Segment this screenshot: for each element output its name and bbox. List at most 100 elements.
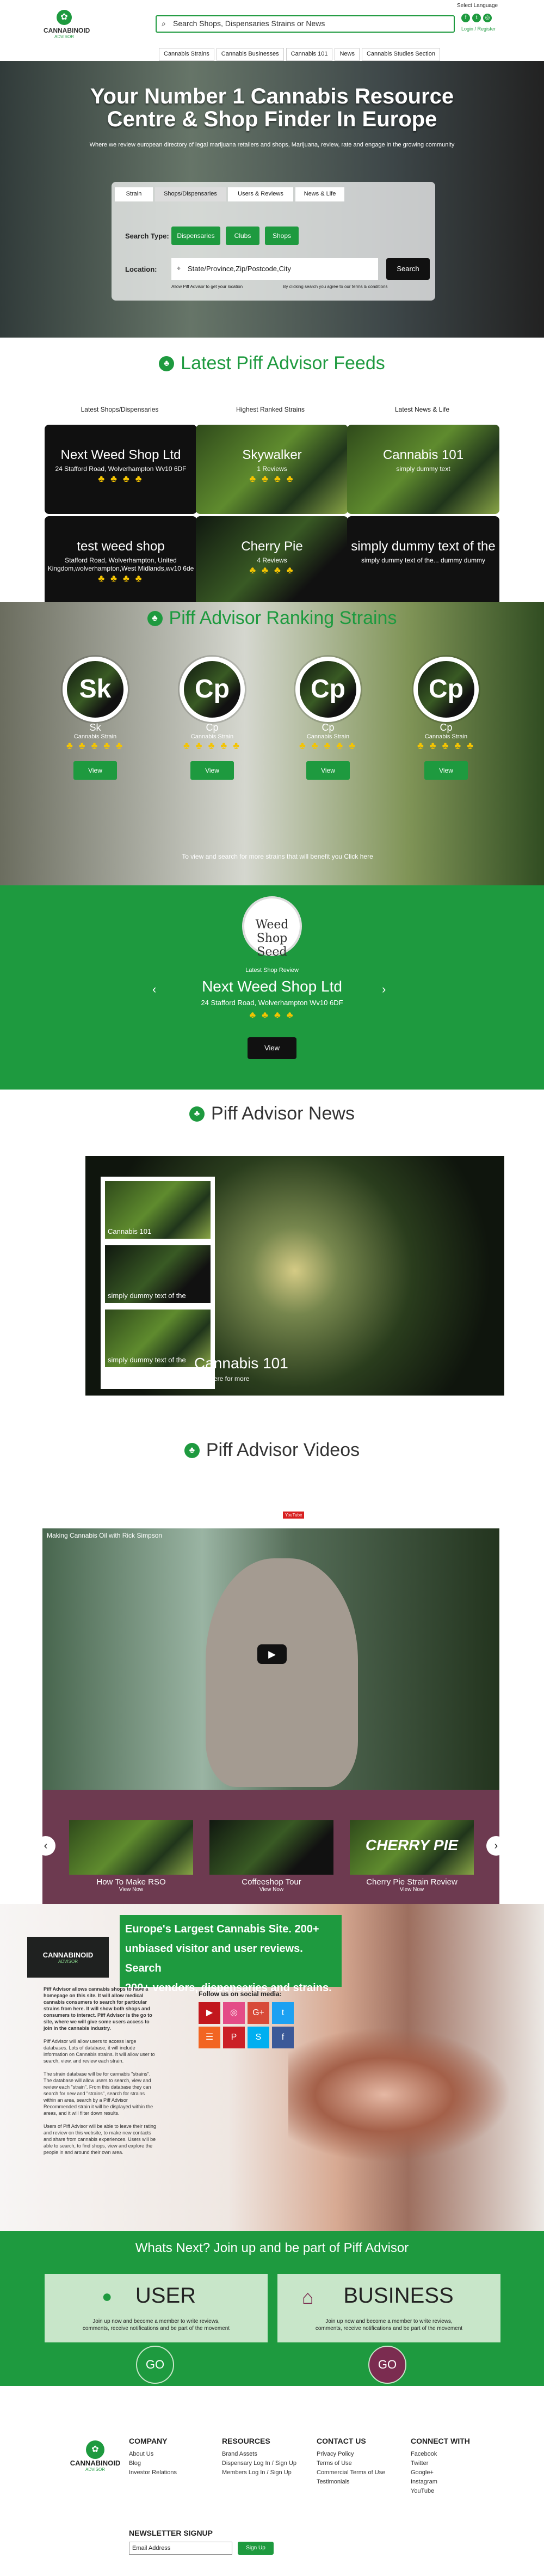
- facebook-icon[interactable]: f: [461, 14, 470, 22]
- main-nav: Cannabis Strains Cannabis Businesses Can…: [159, 48, 458, 61]
- instagram-link[interactable]: Instagram: [411, 2477, 498, 2487]
- clubs-button[interactable]: Clubs: [226, 227, 259, 245]
- nav-cannabis-studies[interactable]: Cannabis Studies Section: [361, 48, 440, 61]
- strain-circle: Cp: [413, 657, 479, 722]
- person-silhouette: [206, 1558, 358, 1787]
- about-link[interactable]: About Us: [129, 2450, 216, 2459]
- youtube-badge[interactable]: YouTube: [283, 1512, 305, 1519]
- feeds-column-news: Latest News & Life: [394, 406, 450, 413]
- feed-card[interactable]: Cannabis 101 simply dummy text: [347, 425, 499, 514]
- twitter-link[interactable]: Twitter: [411, 2459, 498, 2468]
- video-item[interactable]: How To Make RSO View Now: [69, 1820, 193, 1893]
- newsletter-email-input[interactable]: Email Address: [129, 2542, 232, 2555]
- footer-company: COMPANY About Us Blog Investor Relations: [129, 2437, 216, 2477]
- featured-shop-name[interactable]: Next Weed Shop Ltd: [136, 978, 408, 995]
- leaf-icon: ♣: [147, 610, 163, 626]
- user-text: Join up now and become a member to write…: [82, 2318, 230, 2332]
- about-copy: Piff Advisor allows cannabis shops to ha…: [44, 1986, 156, 2155]
- shops-button[interactable]: Shops: [265, 227, 299, 245]
- feed-card[interactable]: simply dummy text of the simply dummy tex…: [347, 516, 499, 605]
- featured-view-button[interactable]: View: [248, 1037, 296, 1059]
- location-note[interactable]: Allow Piff Advisor to get your location: [171, 284, 243, 289]
- logo[interactable]: ✿ CANNABINOID ADVISOR: [44, 10, 90, 45]
- terms-link[interactable]: Terms of Use: [317, 2459, 404, 2468]
- nav-cannabis-101[interactable]: Cannabis 101: [286, 48, 333, 61]
- view-button[interactable]: View: [190, 761, 234, 780]
- next-arrow[interactable]: ›: [382, 982, 386, 996]
- featured-logo: Weed Shop Seed: [242, 896, 302, 959]
- strain-card[interactable]: Sk Sk Cannabis Strain ♣ ♣ ♣ ♣ ♣ View: [54, 657, 136, 780]
- footer-logo[interactable]: ✿ CANNABINOID ADVISOR: [65, 2440, 125, 2472]
- tab-strain[interactable]: Strain: [115, 187, 153, 201]
- dispensary-login-link[interactable]: Dispensary Log In / Sign Up: [222, 2459, 309, 2468]
- login-link[interactable]: Login / Register: [461, 26, 496, 32]
- social-title: Follow us on social media:: [199, 1990, 282, 1998]
- dispensaries-button[interactable]: Dispensaries: [171, 227, 220, 245]
- strain-card[interactable]: Cp Cp Cannabis Strain ♣ ♣ ♣ ♣ ♣ View: [405, 657, 487, 780]
- user-panel[interactable]: ● USER Join up now and become a member t…: [45, 2274, 268, 2342]
- strain-card[interactable]: Cp Cp Cannabis Strain ♣ ♣ ♣ ♣ ♣ View: [171, 657, 253, 780]
- news-thumb[interactable]: Cannabis 101: [105, 1181, 211, 1239]
- youtube-link[interactable]: YouTube: [411, 2487, 498, 2496]
- video-player[interactable]: Making Cannabis Oil with Rick Simpson ▶: [42, 1528, 499, 1790]
- search-icon: ⌕: [162, 19, 166, 28]
- facebook-link[interactable]: Facebook: [411, 2450, 498, 2459]
- view-button[interactable]: View: [306, 761, 350, 780]
- news-main-link[interactable]: Click here for more: [194, 1375, 249, 1382]
- business-go-button[interactable]: GO: [368, 2346, 406, 2384]
- tab-shops[interactable]: Shops/Dispensaries: [155, 187, 226, 201]
- feed-card[interactable]: test weed shop Stafford Road, Wolverhampt…: [45, 516, 197, 605]
- google-plus-icon[interactable]: G+: [248, 2002, 269, 2024]
- laptop-woman-photo: [288, 2018, 528, 2171]
- feed-card[interactable]: Cherry Pie 4 Reviews ♣ ♣ ♣ ♣: [196, 516, 348, 605]
- commercial-terms-link[interactable]: Commercial Terms of Use: [317, 2468, 404, 2477]
- tab-users[interactable]: Users & Reviews: [228, 187, 293, 201]
- view-button[interactable]: View: [73, 761, 117, 780]
- carousel-next[interactable]: ›: [486, 1836, 506, 1856]
- rss-icon[interactable]: ☰: [199, 2027, 220, 2048]
- select-language[interactable]: Select Language: [457, 3, 498, 9]
- strain-circle: Cp: [295, 657, 361, 722]
- skype-icon[interactable]: S: [248, 2027, 269, 2048]
- feed-card[interactable]: Next Weed Shop Ltd 24 Stafford Road, Wolv…: [45, 425, 197, 514]
- pinterest-icon[interactable]: P: [223, 2027, 245, 2048]
- nav-cannabis-strains[interactable]: Cannabis Strains: [159, 48, 214, 61]
- news-main-image[interactable]: Cannabis 101 simply dummy text of the si…: [85, 1156, 504, 1396]
- newsletter-signup-button[interactable]: Sign Up: [238, 2542, 274, 2555]
- nav-news[interactable]: News: [335, 48, 360, 61]
- nav-cannabis-businesses[interactable]: Cannabis Businesses: [216, 48, 284, 61]
- carousel-prev[interactable]: ‹: [36, 1836, 55, 1856]
- news-thumb[interactable]: simply dummy text of the: [105, 1245, 211, 1303]
- newsletter-title: NEWSLETTER SIGNUP: [129, 2529, 213, 2537]
- logo-icon: ✿: [57, 10, 72, 25]
- instagram-icon[interactable]: ◎: [483, 14, 492, 22]
- location-input[interactable]: ⌖ State/Province,Zip/Postcode,City: [171, 258, 378, 280]
- testimonials-link[interactable]: Testimonials: [317, 2477, 404, 2487]
- previous-arrow[interactable]: ‹: [152, 982, 156, 996]
- tab-news[interactable]: News & Life: [295, 187, 344, 201]
- instagram-icon[interactable]: ◎: [223, 2002, 245, 2024]
- feed-card[interactable]: Skywalker 1 Reviews ♣ ♣ ♣ ♣: [196, 425, 348, 514]
- business-panel[interactable]: ⌂ BUSINESS Join up now and become a memb…: [277, 2274, 500, 2342]
- video-item[interactable]: CHERRY PIE Cherry Pie Strain Review View N…: [350, 1820, 474, 1893]
- user-go-button[interactable]: GO: [136, 2346, 174, 2384]
- youtube-icon[interactable]: ▶: [199, 2002, 220, 2024]
- search-button[interactable]: Search: [386, 258, 430, 280]
- user-icon: ●: [102, 2286, 113, 2306]
- investor-link[interactable]: Investor Relations: [129, 2468, 216, 2477]
- footer-resources: RESOURCES Brand Assets Dispensary Log In /…: [222, 2437, 309, 2477]
- brand-assets-link[interactable]: Brand Assets: [222, 2450, 309, 2459]
- search-bar[interactable]: ⌕ Search Shops, Dispensaries Strains or …: [156, 15, 455, 33]
- members-login-link[interactable]: Members Log In / Sign Up: [222, 2468, 309, 2477]
- strain-card[interactable]: Cp Cp Cannabis Strain ♣ ♣ ♣ ♣ ♣ View: [287, 657, 369, 780]
- leaf-icon: ♣: [184, 1442, 200, 1458]
- video-item[interactable]: Coffeeshop Tour View Now: [209, 1820, 333, 1893]
- view-button[interactable]: View: [424, 761, 468, 780]
- search-tabs: Strain Shops/Dispensaries Users & Review…: [115, 187, 344, 201]
- play-icon[interactable]: ▶: [257, 1644, 287, 1664]
- ranking-note[interactable]: To view and search for more strains that…: [136, 853, 419, 860]
- google-plus-link[interactable]: Google+: [411, 2468, 498, 2477]
- twitter-icon[interactable]: t: [472, 14, 481, 22]
- blog-link[interactable]: Blog: [129, 2459, 216, 2468]
- privacy-link[interactable]: Privacy Policy: [317, 2450, 404, 2459]
